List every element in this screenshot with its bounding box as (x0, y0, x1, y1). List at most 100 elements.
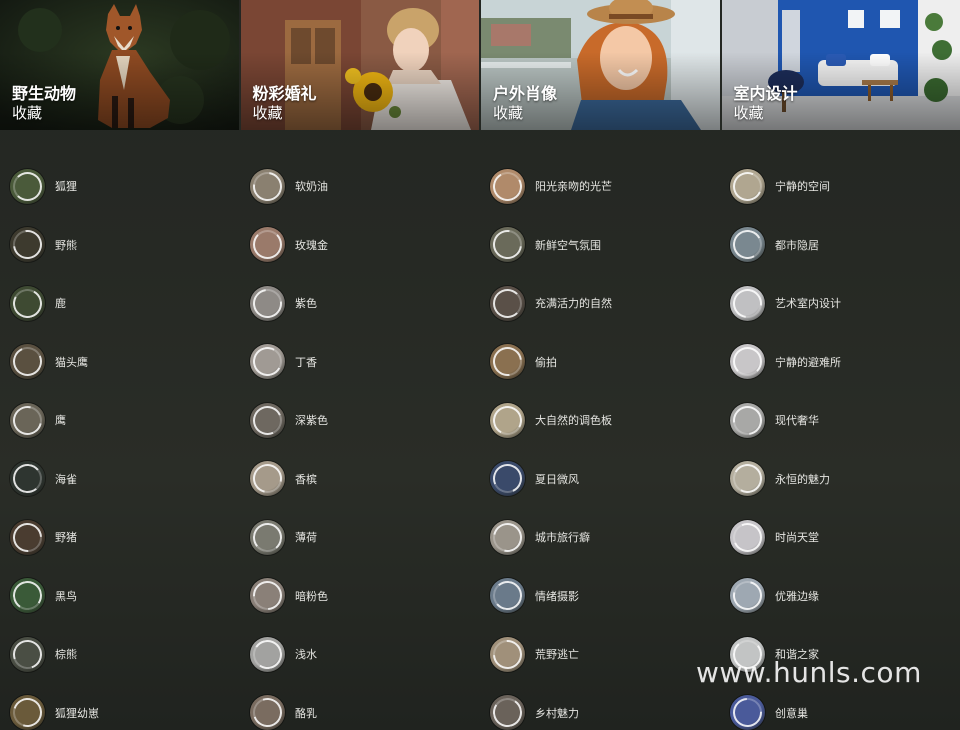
preset-label: 香槟 (295, 472, 317, 486)
preset-label: 阳光亲吻的光芒 (535, 180, 612, 193)
preset-item[interactable]: 酪乳 (250, 695, 475, 730)
preset-thumbnail (730, 519, 765, 555)
preset-item[interactable]: 紫色 (250, 285, 475, 321)
preset-label: 现代奢华 (775, 414, 819, 427)
preset-label: 乡村魅力 (535, 706, 579, 720)
preset-label: 野猪 (55, 531, 77, 544)
preset-item[interactable]: 野熊 (10, 227, 235, 263)
preset-thumbnail (250, 695, 285, 730)
preset-item[interactable]: 新鲜空气氛围 (490, 227, 715, 263)
preset-label: 狐狸 (55, 180, 77, 193)
preset-label: 暗粉色 (295, 589, 328, 603)
preset-thumbnail (730, 461, 765, 496)
preset-item[interactable]: 宁静的避难所 (730, 344, 955, 380)
preset-item[interactable]: 偷拍 (490, 344, 715, 380)
preset-item[interactable]: 香槟 (250, 461, 475, 497)
preset-item[interactable]: 猫头鹰 (10, 344, 235, 380)
preset-label: 大自然的调色板 (535, 414, 612, 427)
preset-item[interactable]: 鹿 (10, 285, 235, 321)
preset-thumbnail (730, 285, 765, 321)
preset-item[interactable]: 夏日微风 (490, 461, 715, 497)
preset-item[interactable]: 玫瑰金 (250, 227, 475, 263)
preset-label: 永恒的魅力 (775, 472, 830, 486)
preset-item[interactable]: 创意巢 (730, 695, 955, 730)
preset-item[interactable]: 浅水 (250, 636, 475, 672)
preset-thumbnail (250, 461, 285, 496)
preset-item[interactable]: 狐狸 (10, 168, 235, 204)
preset-grid: 狐狸野熊鹿猫头鹰鹰海雀野猪黑鸟棕熊狐狸幼崽 软奶油玫瑰金紫色丁香深紫色香槟薄荷暗… (0, 130, 960, 730)
collection-subtitle: 收藏 (12, 104, 43, 122)
collection-title: 户外肖像 (493, 84, 558, 103)
preset-item[interactable]: 城市旅行癖 (490, 519, 715, 555)
preset-item[interactable]: 狐狸幼崽 (10, 695, 235, 730)
preset-label: 夏日微风 (535, 472, 579, 486)
preset-item[interactable]: 艺术室内设计 (730, 285, 955, 321)
preset-item[interactable]: 大自然的调色板 (490, 402, 715, 438)
preset-column-outdoor-portrait: 阳光亲吻的光芒新鲜空气氛围 充满活力的自然偷拍大自然的调色板 夏日微风城市旅行癖情绪… (480, 130, 720, 730)
preset-thumbnail (250, 344, 285, 379)
collection-title: 野生动物 (12, 84, 77, 103)
preset-thumbnail (250, 285, 285, 321)
preset-thumbnail (490, 461, 525, 496)
preset-column-interior-design: 宁静的空间 都市隐居 艺术室内设计 宁静的避难所 现代奢华 永恒的魅力 时尚天堂 优雅边缘 和谐… (720, 130, 960, 730)
preset-thumbnail (730, 695, 765, 730)
collection-card-wildlife[interactable]: 野生动物 收藏 (0, 0, 239, 130)
preset-label: 猫头鹰 (55, 355, 88, 369)
preset-item[interactable]: 暗粉色 (250, 578, 475, 614)
preset-thumbnail (10, 344, 45, 379)
preset-thumbnail (730, 402, 765, 438)
preset-item[interactable]: 黑鸟 (10, 578, 235, 614)
preset-label: 创意巢 (775, 706, 808, 720)
collection-subtitle: 收藏 (733, 104, 764, 122)
preset-thumbnail (10, 519, 45, 555)
preset-thumbnail (730, 168, 765, 204)
preset-thumbnail (490, 344, 525, 379)
preset-item[interactable]: 情绪摄影 (490, 578, 715, 614)
preset-label: 黑鸟 (55, 589, 77, 603)
preset-item[interactable]: 优雅边缘 (730, 578, 955, 614)
preset-item[interactable]: 软奶油 (250, 168, 475, 204)
preset-item[interactable]: 荒野逃亡 (490, 636, 715, 672)
preset-item[interactable]: 棕熊 (10, 636, 235, 672)
preset-label: 城市旅行癖 (535, 531, 590, 544)
preset-label: 酪乳 (295, 706, 317, 720)
preset-label: 鹿 (55, 297, 66, 310)
collection-card-outdoor-portrait[interactable]: 户外肖像 收藏 (481, 0, 720, 130)
preset-item[interactable]: 时尚天堂 (730, 519, 955, 555)
preset-thumbnail (490, 227, 525, 262)
preset-label: 鹰 (55, 414, 66, 427)
preset-thumbnail (10, 636, 45, 672)
preset-thumbnail (250, 168, 285, 204)
preset-item[interactable]: 丁香 (250, 344, 475, 380)
preset-item[interactable]: 野猪 (10, 519, 235, 555)
preset-thumbnail (250, 402, 285, 438)
preset-item[interactable]: 鹰 (10, 402, 235, 438)
preset-item[interactable]: 深紫色 (250, 402, 475, 438)
preset-item[interactable]: 都市隐居 (730, 227, 955, 263)
collection-card-interior-design[interactable]: 室内设计 收藏 (721, 0, 960, 130)
preset-item[interactable]: 现代奢华 (730, 402, 955, 438)
collection-subtitle: 收藏 (493, 104, 524, 122)
preset-label: 偷拍 (535, 355, 557, 369)
preset-item[interactable]: 永恒的魅力 (730, 461, 955, 497)
preset-item[interactable]: 充满活力的自然 (490, 285, 715, 321)
preset-label: 薄荷 (295, 531, 317, 544)
preset-thumbnail (730, 344, 765, 379)
preset-label: 宁静的空间 (775, 180, 830, 193)
preset-item[interactable]: 宁静的空间 (730, 168, 955, 204)
preset-thumbnail (730, 227, 765, 262)
preset-thumbnail (10, 461, 45, 496)
collection-subtitle: 收藏 (252, 104, 283, 122)
preset-item[interactable]: 海雀 (10, 461, 235, 497)
preset-thumbnail (10, 578, 45, 613)
preset-item[interactable]: 薄荷 (250, 519, 475, 555)
preset-item[interactable]: 阳光亲吻的光芒 (490, 168, 715, 204)
site-watermark: www.hunls.com (696, 656, 922, 689)
collection-cards: 野生动物 收藏 粉彩婚礼 收藏 户外肖像 收藏 室内设计 收藏 (0, 0, 960, 130)
collection-card-pastel-wedding[interactable]: 粉彩婚礼 收藏 (240, 0, 479, 130)
preset-label: 软奶油 (295, 180, 328, 193)
preset-thumbnail (490, 285, 525, 321)
preset-item[interactable]: 乡村魅力 (490, 695, 715, 730)
preset-label: 都市隐居 (775, 238, 819, 252)
preset-thumbnail (250, 636, 285, 672)
